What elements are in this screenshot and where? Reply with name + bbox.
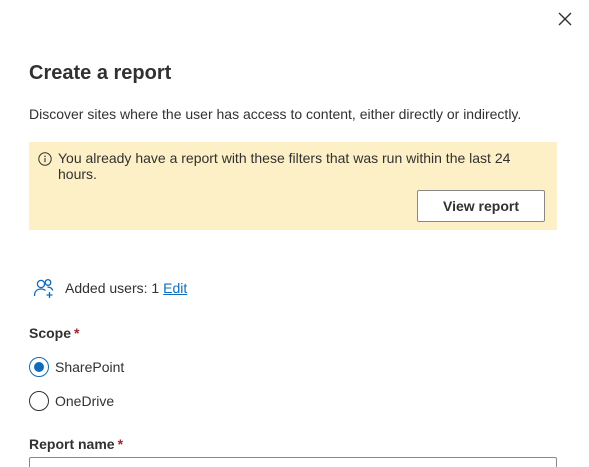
view-report-button[interactable]: View report [417, 190, 545, 222]
radio-dot [34, 362, 44, 372]
report-name-label-text: Report name [29, 436, 115, 452]
added-users-row: Added users: 1 Edit [33, 276, 187, 300]
added-users-label: Added users: 1 [65, 280, 160, 296]
required-marker: * [117, 436, 124, 452]
radio-button-checked[interactable] [29, 357, 49, 377]
page-description: Discover sites where the user has access… [29, 106, 522, 122]
edit-users-link[interactable]: Edit [163, 280, 187, 296]
report-name-input[interactable] [29, 457, 557, 467]
scope-label-text: Scope [29, 325, 72, 341]
radio-button-unchecked[interactable] [29, 391, 49, 411]
radio-label-onedrive: OneDrive [55, 393, 115, 409]
scope-label: Scope * [29, 325, 79, 341]
report-name-label: Report name * [29, 436, 123, 452]
info-icon [38, 152, 52, 166]
radio-sharepoint[interactable]: SharePoint [29, 356, 124, 378]
warning-message-bar: You already have a report with these fil… [29, 142, 557, 230]
create-report-panel: Create a report Discover sites where the… [0, 0, 589, 467]
page-title: Create a report [29, 62, 172, 84]
close-icon [558, 12, 572, 26]
radio-label-sharepoint: SharePoint [55, 359, 125, 375]
close-button[interactable] [555, 9, 575, 29]
required-marker: * [74, 325, 80, 341]
radio-onedrive[interactable]: OneDrive [29, 390, 114, 412]
people-add-icon [33, 279, 54, 298]
warning-text: You already have a report with these fil… [58, 150, 511, 182]
